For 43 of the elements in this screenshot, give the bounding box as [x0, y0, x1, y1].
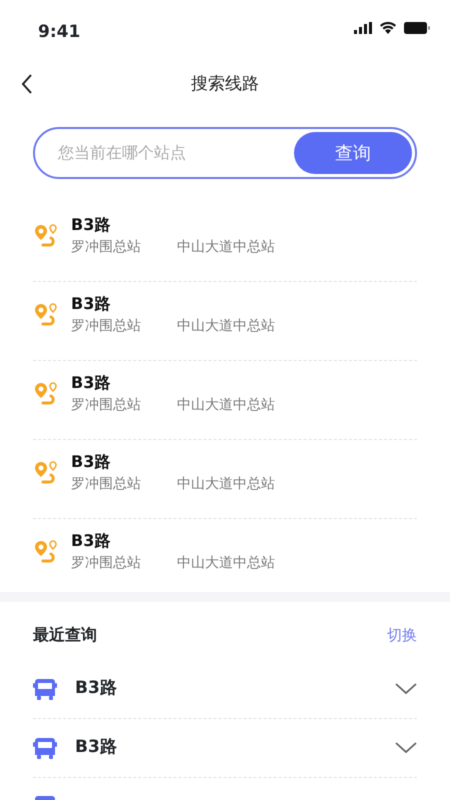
stop-name: 中山大道中总站 [177, 317, 275, 336]
route-name: B3路 [71, 451, 112, 473]
signal-icon [354, 22, 372, 34]
chevron-icon[interactable] [395, 742, 417, 754]
route-pin-icon [33, 302, 59, 328]
section-title: 最近查询 [33, 624, 97, 646]
bus-icon [33, 677, 57, 701]
stop-name: 中山大道中总站 [177, 554, 275, 573]
stop-name: 罗冲围总站 [71, 396, 141, 415]
route-item[interactable]: B3路 罗冲围总站 中山大道中总站 [33, 440, 417, 519]
back-icon[interactable] [20, 73, 34, 95]
stop-name: 罗冲围总站 [71, 317, 141, 336]
route-name: B3路 [71, 530, 112, 552]
stop-name: 罗冲围总站 [71, 475, 141, 494]
switch-link[interactable]: 切换 [387, 624, 417, 646]
chevron-icon[interactable] [395, 683, 417, 695]
route-item[interactable]: B3路 罗冲围总站 中山大道中总站 [33, 519, 417, 598]
stop-name: 中山大道中总站 [177, 238, 275, 257]
route-name: B3路 [71, 293, 112, 315]
route-pin-icon [33, 539, 59, 565]
search-button[interactable]: 查询 [294, 132, 412, 174]
page-title: 搜索线路 [191, 73, 259, 96]
route-item[interactable]: B3路 罗冲围总站 中山大道中总站 [33, 361, 417, 440]
bus-icon [33, 736, 57, 760]
route-item[interactable]: B3路 罗冲围总站 中山大道中总站 [33, 203, 417, 282]
recent-item[interactable]: B3路 [33, 719, 417, 778]
route-name: B3路 [75, 736, 117, 760]
route-item[interactable]: B3路 罗冲围总站 中山大道中总站 [33, 282, 417, 361]
search-field[interactable]: 您当前在哪个站点 查询 [33, 127, 417, 179]
stop-name: 中山大道中总站 [177, 396, 275, 415]
route-pin-icon [33, 460, 59, 486]
wifi-icon [380, 22, 396, 34]
route-name: B3路 [71, 214, 112, 236]
stop-name: 罗冲围总站 [71, 238, 141, 257]
recent-item[interactable]: B3路 [33, 660, 417, 719]
route-pin-icon [33, 381, 59, 407]
stop-name: 罗冲围总站 [71, 554, 141, 573]
route-name: B3路 [75, 677, 117, 700]
route-name: B3路 [71, 372, 112, 394]
status-time: 9:41 [38, 21, 80, 44]
stop-name: 中山大道中总站 [177, 475, 275, 494]
route-pin-icon [33, 223, 59, 249]
battery-icon [404, 22, 430, 34]
